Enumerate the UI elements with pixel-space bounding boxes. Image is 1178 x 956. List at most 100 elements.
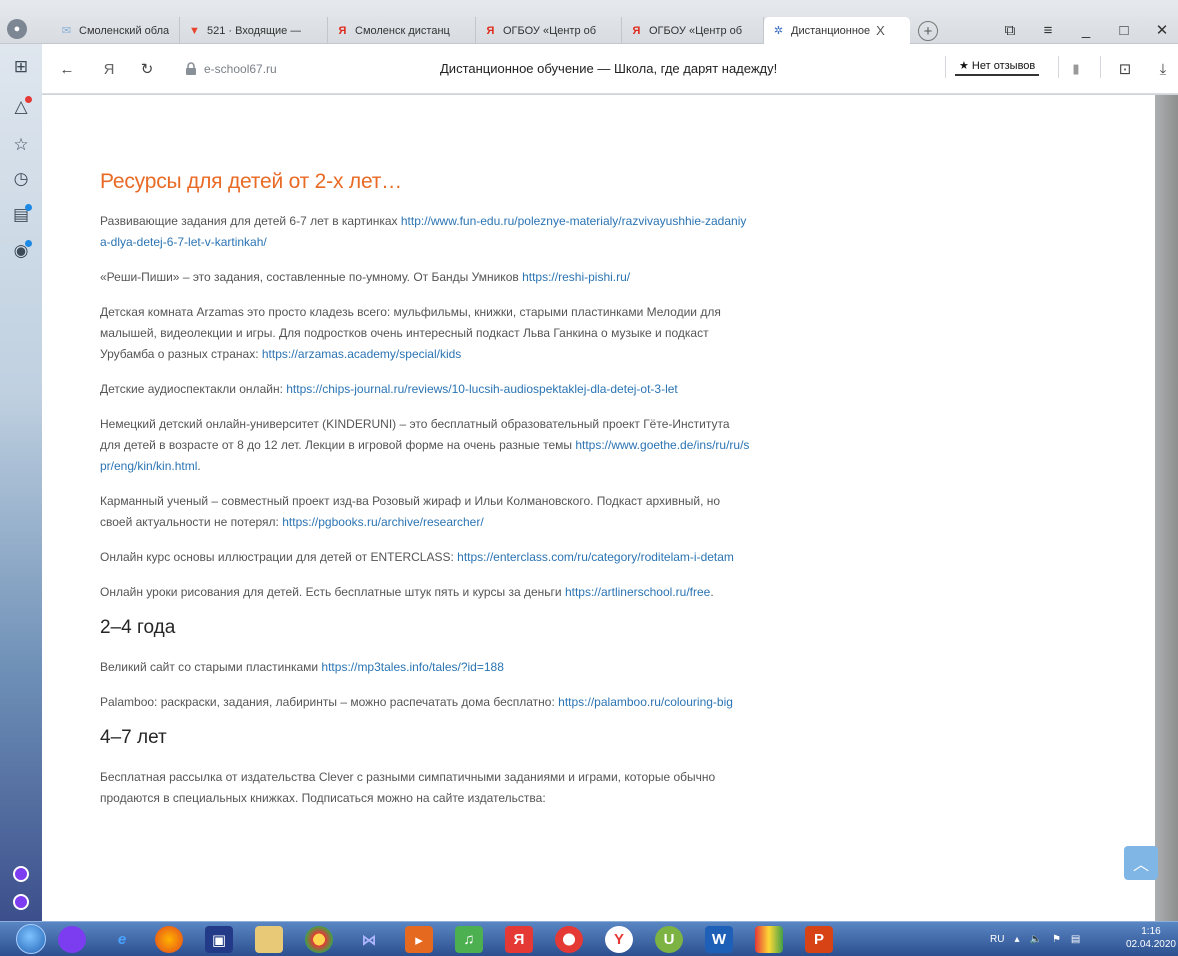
- menu-icon[interactable]: ≡: [1035, 20, 1061, 40]
- opera-icon[interactable]: [555, 926, 583, 953]
- paragraph-text: Развивающие задания для детей 6-7 лет в …: [100, 214, 401, 228]
- paragraph-suffix: .: [710, 585, 714, 599]
- article-paragraph: Развивающие задания для детей 6-7 лет в …: [100, 211, 750, 253]
- paragraph-suffix: .: [197, 459, 201, 473]
- mail-app-icon[interactable]: ⋈: [355, 926, 383, 953]
- resource-link[interactable]: https://artlinerschool.ru/free: [565, 585, 710, 599]
- article-paragraph: Онлайн курс основы иллюстрации для детей…: [100, 547, 750, 568]
- media-player-icon[interactable]: ▸: [405, 926, 433, 953]
- new-tab-button[interactable]: +: [918, 21, 938, 41]
- powerpoint-icon[interactable]: P: [805, 926, 833, 953]
- bookmarks-icon[interactable]: ☆: [10, 134, 32, 156]
- close-window-icon[interactable]: ✕: [1149, 20, 1175, 40]
- save-icon[interactable]: ▣: [205, 926, 233, 953]
- paragraph-text: Великий сайт со старыми пластинками: [100, 660, 322, 674]
- resource-link[interactable]: https://reshi-pishi.ru/: [522, 270, 630, 284]
- tab-3[interactable]: Я Смоленск дистанц: [328, 17, 476, 44]
- yandex-icon: Я: [338, 24, 347, 37]
- site-icon: ✲: [773, 25, 784, 37]
- yandex-icon: Я: [486, 24, 495, 37]
- protect-icon[interactable]: ⊡: [1114, 58, 1136, 80]
- mail-icon: ✉: [61, 25, 72, 37]
- paragraph-text: Palamboo: раскраски, задания, лабиринты …: [100, 695, 559, 709]
- address-bar: ← Я ↻ e-school67.ru Дистанционное обучен…: [42, 44, 1178, 94]
- back-button[interactable]: ←: [56, 58, 78, 80]
- page-content: Ресурсы для детей от 2-х лет… Развивающие…: [92, 95, 1155, 921]
- tab-active[interactable]: ✲ Дистанционное X: [764, 17, 910, 44]
- word-icon[interactable]: W: [705, 926, 733, 953]
- network-icon[interactable]: ▤: [1071, 934, 1080, 945]
- alice-icon[interactable]: [13, 894, 29, 910]
- yandex-icon: Я: [632, 24, 641, 37]
- resource-link[interactable]: https://arzamas.academy/special/kids: [262, 347, 461, 361]
- archiver-icon[interactable]: [755, 926, 783, 953]
- page-title: Дистанционное обучение — Школа, где даря…: [440, 61, 778, 76]
- tray-arrow-icon[interactable]: ▴: [1014, 934, 1019, 945]
- resource-link[interactable]: https://mp3tales.info/tales/?id=188: [321, 660, 503, 674]
- history-icon[interactable]: ◷: [10, 168, 32, 190]
- tab-2[interactable]: ▼ 521 · Входящие —: [180, 17, 328, 44]
- article-paragraph: Онлайн уроки рисования для детей. Есть б…: [100, 582, 750, 603]
- language-indicator[interactable]: RU: [990, 934, 1004, 945]
- paragraph-text: Детские аудиоспектакли онлайн:: [100, 382, 287, 396]
- resource-link[interactable]: https://pgbooks.ru/archive/researcher/: [282, 515, 483, 529]
- inbox-icon: ▼: [189, 24, 200, 37]
- page-viewport: Ресурсы для детей от 2-х лет… Развивающие…: [42, 95, 1178, 921]
- volume-icon[interactable]: 🔈: [1029, 934, 1041, 945]
- yandex-browser-icon[interactable]: Y: [605, 926, 633, 953]
- article-paragraph: Детская комната Arzamas это просто кладе…: [100, 302, 750, 365]
- music-icon[interactable]: ♫: [455, 926, 483, 953]
- collections-icon[interactable]: ▤: [10, 204, 32, 226]
- clock[interactable]: 1:16 02.04.2020: [1126, 925, 1176, 951]
- notifications-icon[interactable]: △: [10, 96, 32, 118]
- article-paragraph: Бесплатная рассылка от издательства Clev…: [100, 767, 750, 809]
- article-paragraph: Карманный ученый – совместный проект изд…: [100, 491, 750, 533]
- tab-1[interactable]: ✉ Смоленский обла: [52, 17, 180, 44]
- bookmark-icon[interactable]: ▮: [1065, 58, 1087, 80]
- minimize-icon[interactable]: _: [1073, 20, 1099, 40]
- media-icon[interactable]: ◉: [10, 240, 32, 262]
- tab-4[interactable]: Я ОГБОУ «Центр об: [476, 17, 622, 44]
- article-paragraph: «Реши-Пиши» – это задания, составленные …: [100, 267, 750, 288]
- maximize-icon[interactable]: □: [1111, 20, 1137, 40]
- start-button[interactable]: [16, 924, 46, 954]
- yandex-home-button[interactable]: Я: [98, 58, 120, 80]
- section-heading: 2–4 года: [100, 617, 176, 638]
- section-heading: Ресурсы для детей от 2-х лет…: [100, 170, 402, 193]
- ie-icon[interactable]: e: [108, 926, 136, 953]
- resource-link[interactable]: https://chips-journal.ru/reviews/10-lucs…: [286, 382, 678, 396]
- article: Ресурсы для детей от 2-х лет… Развивающие…: [100, 170, 750, 823]
- article-paragraph: Детские аудиоспектакли онлайн: https://c…: [100, 379, 750, 400]
- scroll-to-top-button[interactable]: ︿: [1124, 846, 1158, 880]
- browser-sidebar: ⊞ △ ☆ ◷ ▤ ◉: [0, 44, 42, 921]
- alice-taskbar-icon[interactable]: [58, 926, 86, 953]
- flag-icon[interactable]: ⚑: [1052, 934, 1061, 945]
- paragraph-text: Онлайн уроки рисования для детей. Есть б…: [100, 585, 565, 599]
- resource-link[interactable]: https://palamboo.ru/colouring-big: [558, 695, 733, 709]
- close-tab-icon[interactable]: X: [876, 23, 885, 38]
- chrome-icon[interactable]: [305, 926, 333, 953]
- url-field[interactable]: e-school67.ru: [184, 58, 277, 80]
- apps-grid-icon[interactable]: ⊞: [10, 56, 32, 78]
- system-tray: RU ▴ 🔈 ⚑ ▤ 1:16 02.04.2020: [982, 922, 1178, 956]
- section-heading: 4–7 лет: [100, 727, 167, 748]
- paragraph-text: Онлайн курс основы иллюстрации для детей…: [100, 550, 458, 564]
- article-paragraph: Великий сайт со старыми пластинками http…: [100, 657, 750, 678]
- reload-button[interactable]: ↻: [136, 58, 158, 80]
- download-icon[interactable]: ⤓: [1152, 58, 1174, 80]
- url-domain: e-school67.ru: [204, 62, 277, 76]
- alice-icon[interactable]: [13, 866, 29, 882]
- resource-link[interactable]: https://enterclass.com/ru/category/rodit…: [457, 550, 734, 564]
- firefox-icon[interactable]: [155, 926, 183, 953]
- reviews-button[interactable]: ★ Нет отзывов: [955, 56, 1040, 76]
- windows-taskbar: e ▣ ⋈ ▸ ♫ Я Y U W P RU ▴ 🔈 ⚑ ▤ 1:16 02.0…: [0, 921, 1178, 956]
- utorrent-icon[interactable]: U: [655, 926, 683, 953]
- paragraph-text: Бесплатная рассылка от издательства Clev…: [100, 770, 716, 805]
- lock-icon: [186, 62, 196, 75]
- account-icon[interactable]: ●: [7, 19, 27, 39]
- paragraph-text: «Реши-Пиши» – это задания, составленные …: [100, 270, 523, 284]
- folder-icon[interactable]: [255, 926, 283, 953]
- yandex-taskbar-icon[interactable]: Я: [505, 926, 533, 953]
- tab-5[interactable]: Я ОГБОУ «Центр об: [622, 17, 764, 44]
- tabs-overview-icon[interactable]: ⧉: [997, 20, 1023, 40]
